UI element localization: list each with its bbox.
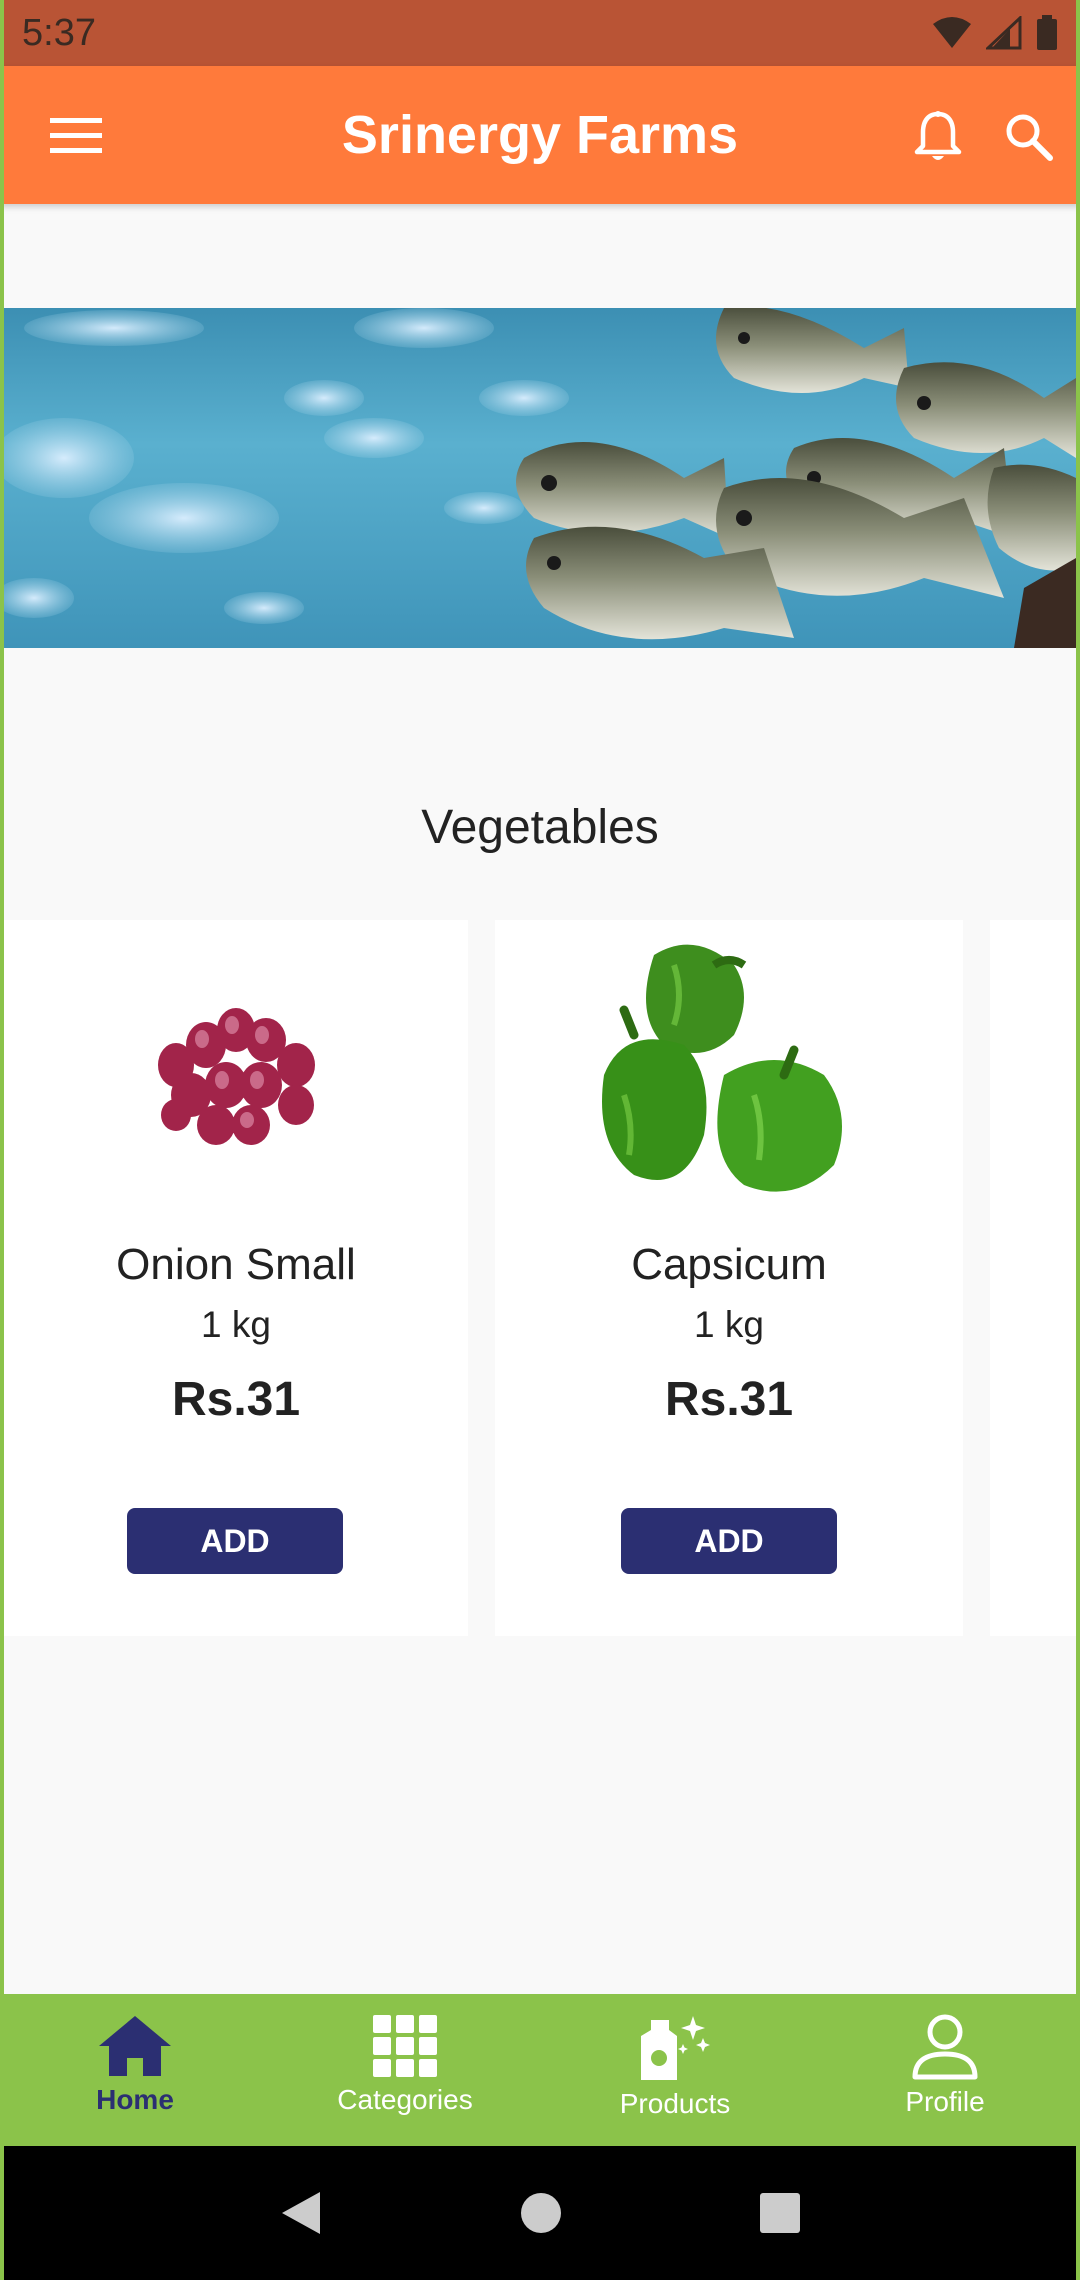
product-card[interactable]: Capsicum 1 kg Rs.31 ADD <box>495 920 963 1636</box>
home-icon <box>99 2016 171 2076</box>
battery-icon <box>1037 15 1057 50</box>
nav-label: Profile <box>905 2086 985 2117</box>
nav-label: Categories <box>337 2084 473 2115</box>
product-name: Onion Small <box>116 1240 356 1289</box>
nav-item-products[interactable]: Products <box>540 1994 810 2146</box>
section-title: Vegetables <box>421 801 659 854</box>
product-name: Capsicum <box>631 1240 827 1289</box>
product-card-partial[interactable] <box>990 920 1080 1636</box>
nav-label: Products <box>619 2088 731 2119</box>
product-price: Rs.31 <box>171 1373 301 1426</box>
product-card[interactable]: Onion Small 1 kg Rs.31 ADD <box>4 920 468 1636</box>
promo-banner[interactable] <box>4 308 1076 648</box>
person-icon <box>912 2014 978 2080</box>
bottom-navigation: Home Categories Products Profile <box>0 1994 1080 2146</box>
nav-item-profile[interactable]: Profile <box>810 1994 1080 2146</box>
nav-item-categories[interactable]: Categories <box>270 1994 540 2146</box>
nav-label: Home <box>96 2084 174 2115</box>
capsicum-image <box>602 944 842 1192</box>
signal-icon <box>986 16 1022 50</box>
add-to-cart-button[interactable]: ADD <box>621 1508 837 1574</box>
product-price: Rs.31 <box>664 1373 794 1426</box>
status-icons <box>932 15 1058 51</box>
product-image-onion <box>86 930 386 1210</box>
products-icon <box>641 2016 710 2080</box>
system-navigation-bar <box>0 2146 1080 2280</box>
search-icon <box>1006 114 1053 161</box>
nav-item-home[interactable]: Home <box>0 1994 270 2146</box>
grid-icon <box>373 2015 437 2077</box>
product-quantity: 1 kg <box>694 1304 764 1345</box>
wifi-icon <box>933 17 971 48</box>
notifications-button[interactable] <box>905 104 971 170</box>
home-circle-icon[interactable] <box>519 2191 563 2235</box>
onion-image <box>158 1008 315 1145</box>
app-bar: Srinergy Farms <box>0 66 1080 204</box>
product-quantity: 1 kg <box>201 1304 271 1345</box>
status-bar: 5:37 <box>0 0 1080 66</box>
search-button[interactable] <box>996 104 1062 170</box>
fish-banner-image <box>4 308 1076 648</box>
add-to-cart-button[interactable]: ADD <box>127 1508 343 1574</box>
recents-icon[interactable] <box>758 2191 802 2235</box>
status-time: 5:37 <box>22 11 96 54</box>
bell-icon <box>914 111 962 160</box>
back-icon[interactable] <box>278 2188 324 2238</box>
product-image-capsicum <box>579 930 879 1210</box>
